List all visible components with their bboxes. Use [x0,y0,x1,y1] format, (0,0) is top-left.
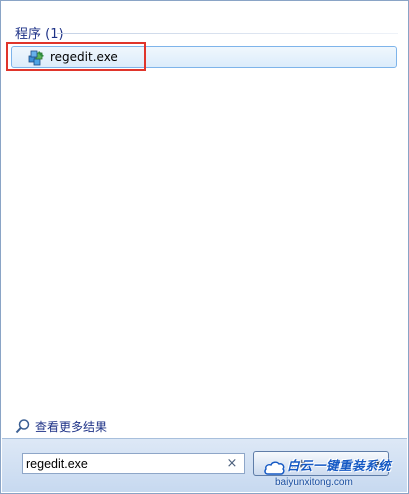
clear-search-icon[interactable]: × [225,455,239,472]
search-box[interactable]: × [22,453,245,474]
search-icon [15,419,30,434]
shutdown-options-arrow-icon[interactable]: ▶ [375,458,382,468]
result-item-label: regedit.exe [50,50,118,64]
start-menu-search-panel: 程序 (1) regedit.exe 查看更多结果 × 关机 ▶ 白云一键重装系… [0,0,409,494]
shutdown-label: 关机 [288,459,310,472]
see-more-label: 查看更多结果 [35,420,108,434]
shutdown-button[interactable]: 关机 ▶ [253,451,389,476]
registry-editor-icon [28,50,44,66]
search-input[interactable] [26,455,221,472]
result-item-regedit[interactable]: regedit.exe [11,46,397,68]
section-divider [57,33,398,34]
